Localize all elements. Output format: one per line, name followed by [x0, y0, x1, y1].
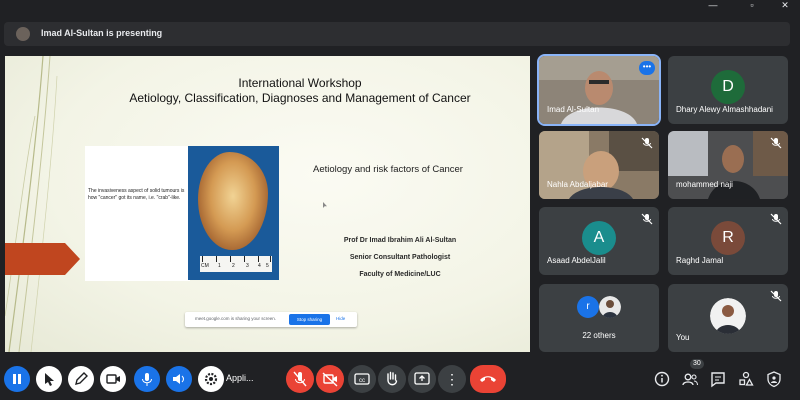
stop-sharing-button[interactable]: Stop sharing	[289, 314, 330, 325]
author-block: Prof Dr Imad Ibrahim Ali Al-Sultan Senio…	[315, 232, 485, 283]
participant-name: You	[676, 333, 690, 342]
mic-off-icon	[641, 137, 653, 149]
more-vert-icon: ⋮	[445, 371, 459, 387]
people-button[interactable]	[679, 368, 701, 390]
shared-screen: International Workshop Aetiology, Classi…	[5, 56, 530, 352]
taskbar-app-label: Appli...	[226, 373, 254, 383]
image-caption: The invasiveness aspect of solid tumours…	[88, 188, 185, 201]
mic-button[interactable]	[134, 366, 160, 392]
mic-off-button[interactable]	[286, 365, 314, 393]
pause-button[interactable]	[4, 366, 30, 392]
pause-icon	[13, 374, 21, 384]
bottom-toolbar: Appli... cc ⋮ 30	[0, 358, 800, 400]
avatar: D	[711, 70, 745, 104]
svg-text:cc: cc	[359, 378, 365, 384]
ruler-label: CM	[201, 263, 209, 269]
raise-hand-button[interactable]	[378, 365, 406, 393]
cursor-icon	[45, 373, 54, 386]
camera-button[interactable]	[100, 366, 126, 392]
slide-title: International Workshop Aetiology, Classi…	[85, 76, 515, 106]
mic-off-icon	[770, 213, 782, 225]
presenting-label: Imad Al-Sultan is presenting	[41, 28, 163, 38]
slide-subtitle: Aetiology and risk factors of Cancer	[313, 164, 463, 175]
camera-icon	[106, 374, 120, 384]
more-options-button[interactable]: ⋮	[438, 365, 466, 393]
activities-button[interactable]	[735, 368, 757, 390]
share-notice-text: meet.google.com is sharing your screen.	[195, 316, 277, 321]
mic-off-icon	[641, 213, 653, 225]
gear-icon	[204, 372, 218, 386]
mic-off-icon	[770, 137, 782, 149]
ruler: CM 1 2 3 4 5	[200, 256, 272, 272]
present-screen-icon	[414, 372, 430, 385]
slide-title-line2: Aetiology, Classification, Diagnoses and…	[129, 91, 471, 105]
others-tile[interactable]: r 22 others	[539, 284, 659, 352]
participant-name: Nahla Abdaljabar	[547, 180, 608, 189]
settings-button[interactable]	[198, 366, 224, 392]
avatar: R	[711, 221, 745, 255]
ruler-label: 4	[258, 263, 261, 269]
slide-title-line1: International Workshop	[238, 76, 362, 90]
microphone-icon	[142, 373, 152, 386]
plant-stem-decoration	[5, 56, 58, 352]
participant-name: Raghd Jamal	[676, 256, 724, 265]
participant-name: mohammed naji	[676, 180, 733, 189]
meet-window: — ▫ ✕ Imad Al-Sultan is presenting Inter…	[0, 0, 800, 400]
participant-tile[interactable]: You	[668, 284, 788, 352]
ruler-label: 5	[266, 263, 269, 269]
arrow-decoration	[5, 243, 80, 275]
participant-tile[interactable]: A Asaad AbdelJalil	[539, 207, 659, 275]
draw-tool-button[interactable]	[68, 366, 94, 392]
ruler-label: 1	[218, 263, 221, 269]
avatar	[710, 298, 746, 334]
participant-tile[interactable]: mohammed naji	[668, 131, 788, 199]
author-affiliation: Faculty of Medicine/LUC	[359, 271, 441, 278]
more-options-icon[interactable]: •••	[639, 61, 655, 75]
chat-button[interactable]	[707, 368, 729, 390]
presenter-avatar	[16, 27, 30, 41]
meeting-info-button[interactable]	[651, 368, 673, 390]
author-role: Senior Consultant Pathologist	[349, 254, 451, 261]
avatar	[599, 296, 621, 318]
window-titlebar: — ▫ ✕	[0, 0, 800, 12]
participant-tile[interactable]: D Dhary Alewy Almashhadani	[668, 56, 788, 124]
tumour-specimen-image: CM 1 2 3 4 5	[188, 146, 279, 280]
pen-icon	[75, 372, 88, 385]
author-name: Prof Dr Imad Ibrahim Ali Al-Sultan	[343, 237, 457, 244]
caption-panel	[85, 146, 190, 281]
captions-icon: cc	[354, 373, 370, 385]
mouse-cursor-icon	[323, 202, 327, 208]
volume-button[interactable]	[166, 366, 192, 392]
mic-off-icon	[770, 290, 782, 302]
maximize-button[interactable]: ▫	[741, 0, 763, 10]
camera-off-icon	[322, 372, 338, 387]
speaker-icon	[173, 374, 184, 384]
screen-share-notice: meet.google.com is sharing your screen. …	[185, 312, 357, 327]
participant-name: Asaad AbdelJalil	[547, 256, 606, 265]
participant-name: Dhary Alewy Almashhadani	[676, 105, 773, 114]
participant-tile[interactable]: ••• Imad Al-Sultan	[537, 54, 661, 126]
mic-off-icon	[293, 371, 307, 387]
minimize-button[interactable]: —	[702, 0, 724, 10]
avatar: r	[577, 296, 599, 318]
hide-notice-button[interactable]: Hide	[336, 316, 345, 321]
pointer-tool-button[interactable]	[36, 366, 62, 392]
hand-icon	[387, 371, 398, 386]
ruler-label: 2	[232, 263, 235, 269]
participant-tile[interactable]: R Raghd Jamal	[668, 207, 788, 275]
hang-up-icon	[480, 376, 496, 382]
host-controls-button[interactable]	[763, 368, 785, 390]
avatar: A	[582, 221, 616, 255]
participant-tile[interactable]: Nahla Abdaljabar	[539, 131, 659, 199]
close-button[interactable]: ✕	[774, 0, 796, 10]
captions-button[interactable]: cc	[348, 365, 376, 393]
present-button[interactable]	[408, 365, 436, 393]
camera-off-button[interactable]	[316, 365, 344, 393]
leave-call-button[interactable]	[470, 365, 506, 393]
tumour-tissue	[198, 152, 268, 250]
presenting-banner: Imad Al-Sultan is presenting	[4, 22, 790, 46]
ruler-label: 3	[246, 263, 249, 269]
participant-name: Imad Al-Sultan	[547, 105, 600, 114]
others-count: 22 others	[582, 331, 616, 340]
